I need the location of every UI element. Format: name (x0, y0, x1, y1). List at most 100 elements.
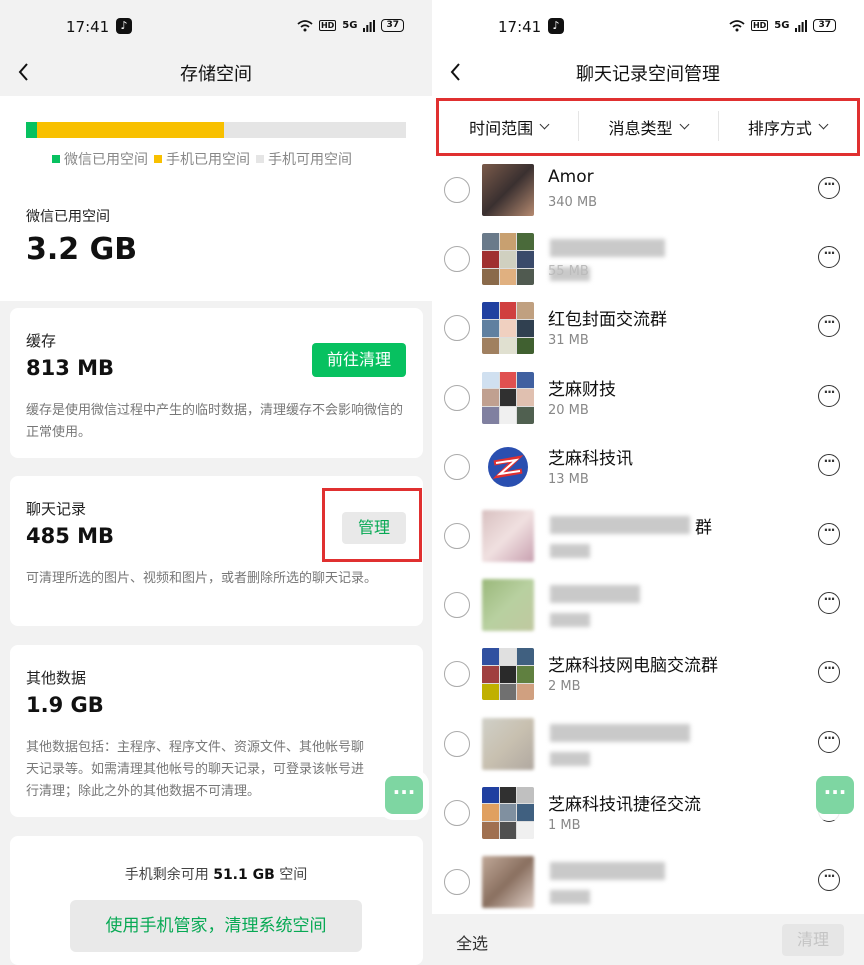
storage-bar-phone-used (37, 122, 224, 138)
more-options-icon[interactable]: ··· (818, 869, 840, 891)
chat-history-label: 聊天记录 (26, 500, 87, 518)
other-data-card: 其他数据 1.9 GB 其他数据包括：主程序、程序文件、资源文件、其他帐号聊天记… (10, 645, 423, 817)
more-options-icon[interactable]: ··· (818, 730, 840, 753)
chevron-down-icon (539, 119, 550, 130)
clean-system-button[interactable]: 使用手机管家，清理系统空间 (70, 900, 362, 952)
chat-name: 芝麻科技讯捷径交流 (548, 794, 701, 815)
chevron-down-icon (818, 119, 829, 130)
avatar-tile (517, 666, 534, 683)
avatar-tile (517, 822, 534, 839)
chat-avatar (482, 164, 534, 216)
chat-name: 红包封面交流群 (548, 310, 667, 331)
wifi-icon (729, 19, 745, 31)
chat-name: 芝麻财技 (548, 379, 616, 400)
avatar-tile (517, 371, 534, 389)
chat-size: 2 MB (548, 679, 581, 695)
cache-card: 缓存 813 MB 前往清理 缓存是使用微信过程中产生的临时数据，清理缓存不会影… (10, 308, 423, 458)
more-options-icon[interactable]: ··· (818, 177, 840, 199)
avatar-tile (482, 406, 499, 424)
avatar-tile (499, 666, 517, 683)
more-options-icon[interactable]: ··· (818, 592, 840, 615)
select-radio[interactable] (444, 453, 470, 480)
chat-row[interactable]: ··· (432, 714, 864, 783)
brand-logo-icon (488, 446, 528, 487)
avatar-tile (499, 648, 517, 666)
avatar-tile (517, 786, 534, 804)
avatar-tile (499, 406, 517, 424)
avatar-tile (517, 233, 534, 250)
more-options-icon[interactable]: ··· (818, 315, 840, 338)
avatar-tile (499, 822, 517, 839)
signal-icon (363, 19, 376, 32)
redacted-size (550, 613, 590, 628)
select-all-button[interactable]: 全选 (456, 930, 488, 954)
avatar-tile (517, 389, 534, 406)
status-icons: HD 5G 37 (729, 19, 836, 32)
chat-row[interactable]: 芝麻科技讯 13 MB ··· (432, 437, 864, 506)
avatar-tile (482, 337, 499, 355)
more-options-icon[interactable]: ··· (818, 661, 840, 684)
floating-chat-button[interactable]: ··· (385, 776, 423, 814)
chat-history-description: 可清理所选的图片、视频和图片，或者删除所选的聊天记录。 (26, 571, 378, 586)
avatar-tile (499, 683, 517, 701)
avatar-tile (499, 389, 517, 406)
avatar-tile (499, 371, 517, 389)
chat-avatar (482, 579, 534, 632)
select-radio[interactable] (444, 523, 470, 549)
select-radio[interactable] (444, 177, 470, 203)
clean-cache-button[interactable]: 前往清理 (312, 343, 406, 377)
chat-row[interactable]: 红包封面交流群 31 MB ··· (432, 298, 864, 367)
storage-legend: 微信已用空间 手机已用空间 手机可用空间 (52, 149, 352, 169)
chat-row[interactable]: 群 ··· (432, 506, 864, 575)
cache-label: 缓存 (26, 332, 57, 350)
chat-size: 55 MB (548, 264, 589, 280)
tiktok-icon: ♪ (548, 18, 564, 34)
chat-row[interactable]: Amor 340 MB ··· (432, 160, 864, 229)
more-options-icon[interactable]: ··· (818, 453, 840, 476)
avatar-tile (517, 250, 534, 268)
storage-bar (26, 122, 406, 138)
chat-size: 13 MB (548, 471, 589, 487)
chat-row[interactable]: ··· (432, 852, 864, 921)
select-radio[interactable] (444, 246, 470, 273)
chat-row[interactable]: 55 MB ··· (432, 229, 864, 298)
avatar-tile (499, 250, 517, 268)
chat-avatar (482, 856, 534, 908)
highlight-box-manage (322, 488, 422, 562)
avatar-tile (499, 302, 517, 320)
select-radio[interactable] (444, 869, 470, 895)
select-radio[interactable] (444, 384, 470, 411)
chevron-down-icon (679, 119, 689, 130)
chat-row[interactable]: 芝麻科技讯捷径交流1 MB··· (432, 783, 864, 852)
select-radio[interactable] (444, 592, 470, 619)
more-options-icon[interactable]: ··· (818, 384, 840, 407)
avatar-tile (482, 250, 499, 268)
other-data-value: 1.9 GB (26, 693, 104, 717)
select-radio[interactable] (444, 730, 470, 757)
other-data-description: 其他数据包括：主程序、程序文件、资源文件、其他帐号聊天记录等。如需清理其他帐号的… (26, 740, 365, 799)
avatar-tile (482, 648, 499, 666)
avatar-tile (499, 233, 517, 250)
floating-chat-button[interactable]: ··· (816, 776, 854, 814)
chat-row[interactable]: ··· (432, 575, 864, 644)
filter-time-range[interactable]: 时间范围 (439, 115, 578, 139)
select-radio[interactable] (444, 661, 470, 688)
select-radio[interactable] (444, 315, 470, 342)
chat-size: 340 MB (548, 195, 598, 210)
cache-value: 813 MB (26, 356, 115, 380)
chat-avatar (482, 302, 534, 355)
more-options-icon[interactable]: ··· (818, 523, 840, 545)
select-radio[interactable] (444, 799, 470, 826)
signal-icon (795, 19, 808, 32)
chat-row[interactable]: 芝麻财技 20 MB ··· (432, 368, 864, 437)
chat-row[interactable]: 芝麻科技网电脑交流群 2 MB ··· (432, 644, 864, 713)
hd-icon: HD (750, 20, 769, 31)
redacted-name (550, 723, 690, 742)
filter-message-type[interactable]: 消息类型 (578, 111, 717, 141)
signal-label: 5G (342, 20, 358, 31)
filter-sort-order[interactable]: 排序方式 (717, 111, 857, 141)
more-options-icon[interactable]: ··· (818, 246, 840, 269)
clean-button[interactable]: 清理 (782, 924, 844, 956)
chat-avatar (482, 371, 534, 424)
avatar-tile (482, 804, 499, 822)
